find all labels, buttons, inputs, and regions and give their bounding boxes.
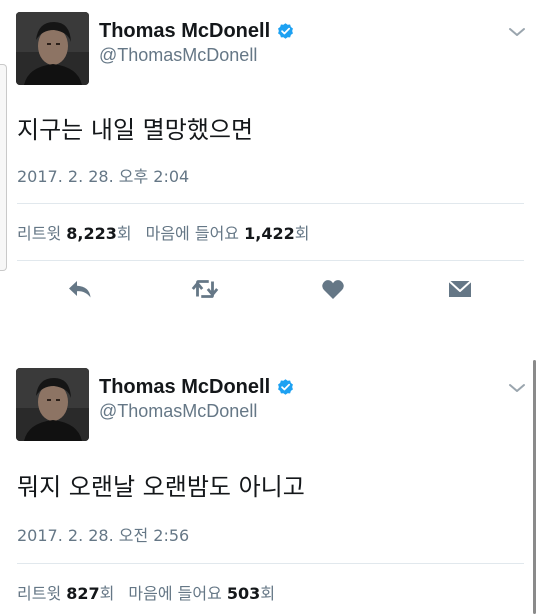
tweet-stats: 리트윗 827회 마음에 들어요 503회	[17, 580, 275, 604]
reply-icon	[69, 281, 91, 298]
verified-badge-icon	[278, 379, 294, 395]
tweet-text: 뭐지 오랜날 오랜밤도 아니고	[17, 473, 305, 501]
avatar[interactable]	[16, 12, 89, 85]
retweet-icon	[191, 280, 219, 298]
chevron-down-icon[interactable]	[508, 25, 526, 39]
avatar-photo	[16, 12, 89, 85]
verified-badge-icon	[278, 23, 294, 39]
heart-icon	[322, 280, 344, 299]
direct-message-button[interactable]	[445, 274, 475, 304]
retweet-button[interactable]	[190, 274, 220, 304]
retweets-count: 827	[66, 584, 100, 603]
display-name[interactable]: Thomas McDonell	[99, 376, 270, 399]
avatar[interactable]	[16, 368, 89, 441]
tweet-timestamp: 2017. 2. 28. 오후 2:04	[17, 167, 190, 186]
scrollbar[interactable]	[533, 360, 536, 614]
chevron-down-icon[interactable]	[508, 381, 526, 395]
reply-button[interactable]	[65, 274, 95, 304]
display-name[interactable]: Thomas McDonell	[99, 20, 270, 43]
retweets-label: 리트윗	[17, 584, 62, 603]
retweets-stat[interactable]: 리트윗 8,223회	[17, 224, 132, 243]
tweet-actions	[0, 274, 540, 304]
tweet-stats: 리트윗 8,223회 마음에 들어요 1,422회	[17, 220, 309, 244]
tweet-timestamp: 2017. 2. 28. 오전 2:56	[17, 526, 190, 545]
likes-stat[interactable]: 마음에 들어요 1,422회	[146, 224, 310, 243]
likes-count: 1,422	[244, 224, 295, 243]
direct-message-icon	[448, 280, 472, 297]
retweets-suffix: 회	[116, 224, 132, 243]
likes-label: 마음에 들어요	[145, 224, 240, 243]
retweets-suffix: 회	[99, 584, 115, 603]
likes-suffix: 회	[260, 584, 276, 603]
retweets-stat[interactable]: 리트윗 827회	[17, 584, 114, 603]
avatar-photo	[16, 368, 89, 441]
tweet-thread-screen: Thomas McDonell @ThomasMcDonell 지구는 내일 멸…	[0, 0, 540, 614]
user-handle[interactable]: @ThomasMcDonell	[99, 45, 257, 66]
divider	[17, 203, 524, 204]
user-handle[interactable]: @ThomasMcDonell	[99, 401, 257, 422]
likes-label: 마음에 들어요	[128, 584, 222, 603]
retweets-label: 리트윗	[17, 224, 62, 243]
tweet-text: 지구는 내일 멸망했으면	[17, 116, 254, 144]
divider	[17, 260, 524, 261]
side-drawer-handle[interactable]	[0, 64, 7, 271]
divider	[17, 563, 524, 564]
likes-stat[interactable]: 마음에 들어요 503회	[128, 584, 275, 603]
likes-count: 503	[226, 584, 261, 603]
retweets-count: 8,223	[66, 224, 117, 243]
likes-suffix: 회	[294, 224, 310, 243]
like-button[interactable]	[318, 274, 348, 304]
